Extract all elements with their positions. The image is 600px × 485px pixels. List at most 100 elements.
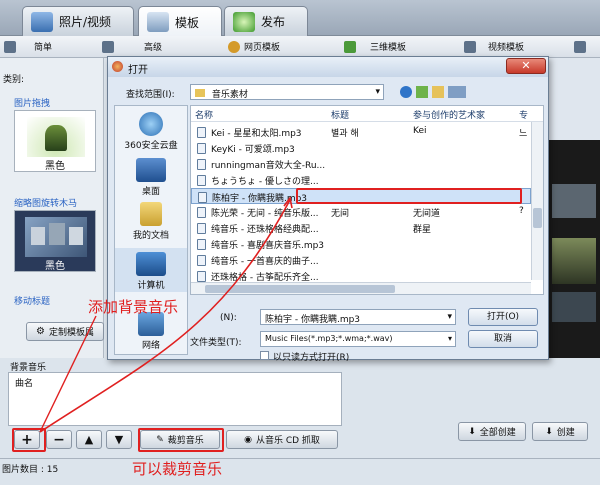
globe-icon xyxy=(233,11,255,32)
template-icon xyxy=(147,12,169,32)
category-label: 类别: xyxy=(3,75,25,85)
toolbar-web-templates[interactable]: 网页模板 xyxy=(228,40,280,53)
template-preview-area xyxy=(548,140,600,370)
audio-file-icon xyxy=(197,175,206,186)
up-folder-icon[interactable] xyxy=(416,86,428,98)
cell-name: 陈光荣 - 无间 - 纯音乐版... xyxy=(211,209,319,219)
place-cloud-drive[interactable]: 360安全云盘 xyxy=(115,112,187,151)
cell-name: Kei - 星星和太阳.mp3 xyxy=(211,129,302,139)
customize-template-button[interactable]: ⚙ 定制模板属 xyxy=(26,322,104,341)
file-row[interactable]: runningman音效大全-Ru... xyxy=(191,156,531,172)
tab-label: 模板 xyxy=(175,15,200,30)
remove-music-button[interactable]: − xyxy=(46,430,72,449)
file-row[interactable]: 纯音乐 - 喜剧喜庆音乐.mp3 xyxy=(191,236,531,252)
move-up-button[interactable]: ▲ xyxy=(76,430,102,449)
create-all-button[interactable]: ⬇ 全部创建 xyxy=(458,422,526,441)
toolbar-label: 高级 xyxy=(144,43,163,53)
places-bar: 360安全云盘 桌面 我的文档 计算机 网络 xyxy=(114,105,188,355)
file-row[interactable]: 陈光荣 - 无间 - 纯音乐版... 无间 无间道? xyxy=(191,204,531,220)
toolbar-3d-templates[interactable]: 三维模板 xyxy=(344,40,406,53)
dialog-titlebar[interactable]: 打开 ✕ xyxy=(108,57,548,77)
desktop-icon xyxy=(136,158,166,182)
file-row[interactable]: KeyKi - 可爱颂.mp3 xyxy=(191,140,531,156)
section-title[interactable]: 移动标题 xyxy=(14,294,50,307)
settings-icon[interactable] xyxy=(574,41,586,53)
divider xyxy=(0,458,600,459)
section-title[interactable]: 图片拖拽 xyxy=(14,96,50,109)
cell-title: 별과 해 xyxy=(331,129,359,139)
file-row[interactable]: 纯音乐 - 一首喜庆的曲子... xyxy=(191,252,531,268)
vertical-scrollbar[interactable] xyxy=(531,122,543,280)
filename-input[interactable]: 陈柏宇 - 你瞒我瞒.mp3 ▾ xyxy=(260,309,456,325)
filetype-value: Music Files(*.mp3;*.wma;*.wav) xyxy=(265,334,393,343)
place-documents[interactable]: 我的文档 xyxy=(115,202,187,241)
button-label: 从音乐 CD 抓取 xyxy=(255,436,320,446)
audio-file-icon xyxy=(197,207,206,218)
arrow-down-icon: ▼ xyxy=(114,433,124,446)
tab-publish[interactable]: 发布 xyxy=(224,6,308,36)
cd-icon: ◉ xyxy=(244,434,252,445)
place-label: 360安全云盘 xyxy=(124,141,178,151)
scroll-thumb[interactable] xyxy=(205,285,395,293)
create-button[interactable]: ⬇ 创建 xyxy=(532,422,588,441)
column-header-album[interactable]: 专 xyxy=(519,108,528,121)
template-thumbnail[interactable]: 黑色 xyxy=(14,110,96,172)
section-title[interactable]: 缩略图旋转木马 xyxy=(14,196,77,209)
tab-label: 发布 xyxy=(261,15,286,29)
readonly-checkbox[interactable] xyxy=(260,351,269,360)
annotation-crop-music: 可以裁剪音乐 xyxy=(132,460,223,478)
image-count: 图片数目 : 15 xyxy=(2,465,59,475)
app-icon xyxy=(112,61,123,72)
new-folder-icon[interactable] xyxy=(432,86,444,98)
cell-name: 纯音乐 - 还珠格格经典配... xyxy=(211,225,319,235)
button-label: 全部创建 xyxy=(479,428,516,438)
filetype-label: 文件类型(T): xyxy=(190,338,242,348)
view-menu-icon[interactable] xyxy=(448,86,466,98)
toolbar-simple[interactable]: 简单 xyxy=(4,40,52,53)
documents-icon xyxy=(140,202,162,226)
scroll-thumb[interactable] xyxy=(533,208,542,228)
highlight-crop-button xyxy=(138,428,224,452)
place-network[interactable]: 网络 xyxy=(115,312,187,351)
filetype-combo[interactable]: Music Files(*.mp3;*.wma;*.wav) ▾ xyxy=(260,331,456,347)
audio-file-icon xyxy=(197,143,206,154)
download-icon: ⬇ xyxy=(468,426,476,437)
place-computer[interactable]: 计算机 xyxy=(115,248,187,292)
audio-file-icon xyxy=(197,271,206,282)
back-icon[interactable] xyxy=(400,86,412,98)
template-thumbnail-selected[interactable]: 黑色 xyxy=(14,210,96,272)
move-down-button[interactable]: ▼ xyxy=(106,430,132,449)
file-row[interactable]: Kei - 星星和太阳.mp3 별과 해 Kei 느 xyxy=(191,124,531,140)
template-type-toolbar: 简单 高级 网页模板 三维模板 视频模板 xyxy=(0,36,600,58)
rip-cd-button[interactable]: ◉ 从音乐 CD 抓取 xyxy=(226,430,338,449)
place-desktop[interactable]: 桌面 xyxy=(115,158,187,197)
toolbar-video-templates[interactable]: 视频模板 xyxy=(464,40,524,53)
button-label: 定制模板属 xyxy=(48,328,94,338)
file-row[interactable]: ちょうちょ - 優しさの理... xyxy=(191,172,531,188)
button-label: 取消 xyxy=(493,334,512,344)
button-label: 创建 xyxy=(556,428,575,438)
thumbnail-caption: 黑色 xyxy=(45,161,65,172)
look-in-combo[interactable]: 音乐素材 ▾ xyxy=(190,84,384,100)
column-song-name: 曲名 xyxy=(15,379,34,389)
3d-icon xyxy=(344,40,356,53)
cancel-button[interactable]: 取消 xyxy=(468,330,538,348)
place-label: 桌面 xyxy=(141,187,160,197)
column-header-name[interactable]: 名称 xyxy=(195,108,213,121)
look-in-value: 音乐素材 xyxy=(211,90,248,100)
open-button[interactable]: 打开(O) xyxy=(468,308,538,326)
tab-templates[interactable]: 模板 xyxy=(138,6,222,37)
audio-file-icon xyxy=(197,127,206,138)
computer-icon xyxy=(136,252,166,276)
column-header-artist[interactable]: 参与创作的艺术家 xyxy=(413,108,485,121)
preview-photo xyxy=(552,184,596,218)
horizontal-scrollbar[interactable] xyxy=(191,282,531,294)
close-button[interactable]: ✕ xyxy=(506,58,546,74)
preview-photo xyxy=(552,292,596,322)
column-header-title[interactable]: 标题 xyxy=(331,108,349,121)
audio-file-icon xyxy=(198,192,207,203)
toolbar-advanced[interactable]: 高级 xyxy=(102,40,162,53)
tab-photos-videos[interactable]: 照片/视频 xyxy=(22,6,134,36)
music-list[interactable]: 曲名 xyxy=(8,372,342,426)
file-row[interactable]: 纯音乐 - 还珠格格经典配... 群星 xyxy=(191,220,531,236)
